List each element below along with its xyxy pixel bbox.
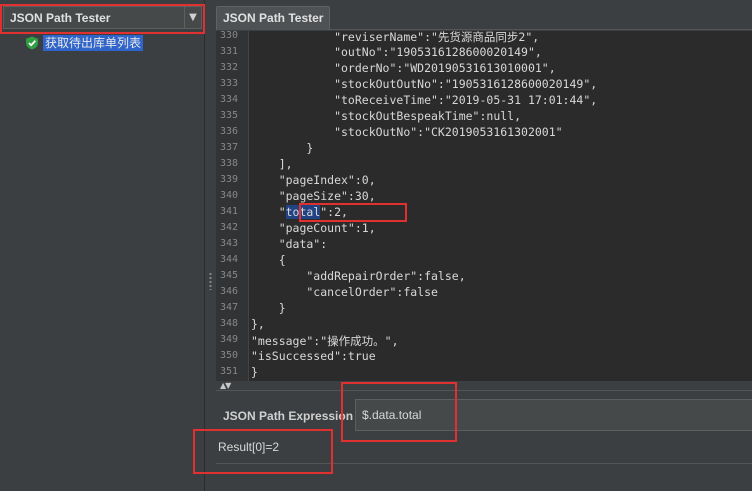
code-line: }: [251, 301, 286, 315]
line-number: 350: [219, 350, 238, 361]
annotation-box-total: [299, 203, 407, 222]
line-number: 341: [219, 206, 238, 217]
line-number: 351: [219, 366, 238, 377]
line-number: 348: [219, 318, 238, 329]
code-line: "pageIndex":0,: [251, 173, 376, 187]
response-code-viewer[interactable]: 330 331 332 333 334 335 336 337 338 339 340 341 342 3…: [216, 31, 752, 381]
line-number: 339: [219, 174, 238, 185]
line-number: 330: [219, 31, 238, 41]
request-tree: 获取待出库单列表: [8, 34, 203, 52]
code-line: ],: [251, 157, 293, 171]
line-number: 343: [219, 238, 238, 249]
code-line: "outNo":"1905316128600020149",: [251, 45, 542, 59]
code-line: }: [251, 365, 258, 379]
split-arrows-icon[interactable]: ▲▼: [220, 381, 231, 390]
tree-item-request[interactable]: 获取待出库单列表: [8, 34, 203, 52]
tab-strip: JSON Path Tester: [216, 0, 752, 30]
line-number: 332: [219, 62, 238, 73]
tree-item-label: 获取待出库单列表: [43, 35, 144, 51]
line-number: 338: [219, 158, 238, 169]
tab-json-path-tester[interactable]: JSON Path Tester: [216, 6, 331, 30]
line-number: 336: [219, 126, 238, 137]
left-panel: JSON Path Tester ▼ 获取待出库单列表: [0, 0, 205, 491]
code-line: "stockOutNo":"CK2019053161302001": [251, 125, 563, 139]
line-number: 331: [219, 46, 238, 57]
annotation-box-selector: [0, 4, 205, 34]
code-line: "cancelOrder":false: [251, 285, 438, 299]
json-path-expression-label: JSON Path Expression: [223, 409, 354, 423]
code-text: ": [251, 205, 286, 219]
line-number: 347: [219, 302, 238, 313]
annotation-box-expression: [341, 382, 457, 442]
code-line: "stockOutOutNo":"1905316128600020149",: [251, 77, 598, 91]
code-line: "orderNo":"WD20190531613010001",: [251, 61, 556, 75]
line-number: 349: [219, 334, 238, 345]
line-number: 334: [219, 94, 238, 105]
panel-splitter[interactable]: [205, 0, 216, 491]
code-line: "stockOutBespeakTime":null,: [251, 109, 522, 123]
code-line: },: [251, 317, 265, 331]
line-number: 344: [219, 254, 238, 265]
line-number: 335: [219, 110, 238, 121]
line-number-gutter: 330 331 332 333 334 335 336 337 338 339 340 341 342 3…: [216, 31, 249, 381]
code-line: "pageSize":30,: [251, 189, 376, 203]
code-line: "data":: [251, 237, 328, 251]
code-line: "isSuccessed":true: [251, 349, 376, 363]
splitter-grip-icon: [208, 272, 213, 290]
line-number: 345: [219, 270, 238, 281]
line-number: 346: [219, 286, 238, 297]
code-line: "message":"操作成功。",: [251, 334, 399, 348]
code-line: {: [251, 253, 286, 267]
code-line: }: [251, 141, 314, 155]
shield-check-icon: [26, 36, 38, 50]
code-line: "toReceiveTime":"2019-05-31 17:01:44",: [251, 93, 598, 107]
line-number: 342: [219, 222, 238, 233]
line-number: 340: [219, 190, 238, 201]
annotation-box-result: [193, 429, 333, 474]
code-line: "pageCount":1,: [251, 221, 376, 235]
line-number: 333: [219, 78, 238, 89]
code-line: "addRepairOrder":false,: [251, 269, 466, 283]
line-number: 337: [219, 142, 238, 153]
code-line: "reviserName":"先货源商品同步2",: [251, 31, 540, 44]
